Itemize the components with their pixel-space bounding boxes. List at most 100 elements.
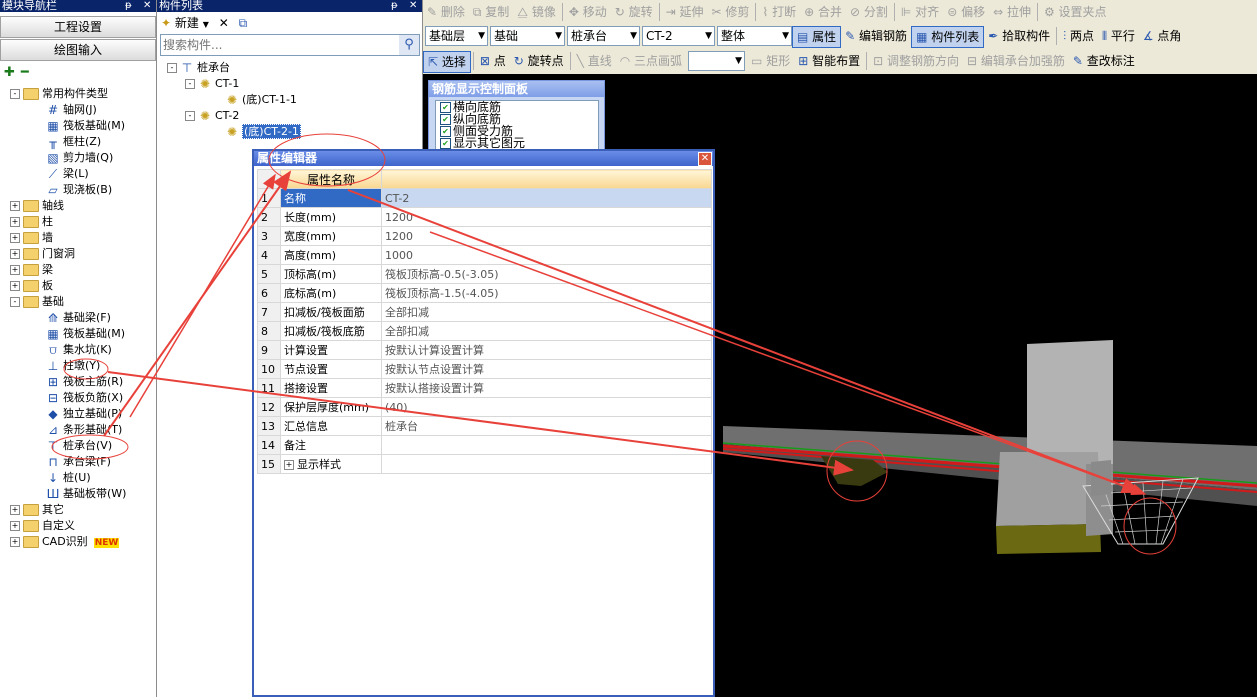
nav-tree-item[interactable]: + 其它: [0, 502, 156, 518]
nav-tree-item[interactable]: + 柱: [0, 214, 156, 230]
pin-icon[interactable]: ᵽ: [125, 0, 132, 12]
property-row[interactable]: 11 搭接设置 按默认搭接设置计算: [257, 378, 712, 398]
nav-tree-item[interactable]: ▦ 筏板基础(M): [0, 118, 156, 134]
property-value[interactable]: [381, 454, 712, 474]
property-value[interactable]: 1000: [381, 245, 712, 265]
nav-tree-item[interactable]: ⟋ 梁(L): [0, 166, 156, 182]
property-row[interactable]: 15 + 显示样式: [257, 454, 712, 474]
toolbar-button[interactable]: ⊠ 点: [476, 51, 510, 71]
nav-tree-item[interactable]: # 轴网(J): [0, 102, 156, 118]
layer-combo[interactable]: 基础 ▼: [490, 26, 565, 46]
close-icon[interactable]: ✕: [143, 0, 151, 12]
property-value[interactable]: 全部扣减: [381, 321, 712, 341]
property-value[interactable]: 1200: [381, 226, 712, 246]
nav-tree-item[interactable]: + 梁: [0, 262, 156, 278]
collapse-toggle-icon[interactable]: -: [10, 89, 20, 99]
toolbar-button[interactable]: ⌇ 打断: [758, 2, 800, 22]
expand-toggle-icon[interactable]: +: [10, 521, 20, 531]
nav-tree-item[interactable]: + 墙: [0, 230, 156, 246]
property-value[interactable]: 1200: [381, 207, 712, 227]
nav-tree-item[interactable]: - 基础: [0, 294, 156, 310]
property-row[interactable]: 2 长度(mm) 1200: [257, 207, 712, 227]
property-value[interactable]: [381, 435, 712, 455]
nav-tree-item[interactable]: ▦ 筏板基础(M): [0, 326, 156, 342]
toolbar-button[interactable]: ⇥ 延伸: [662, 2, 708, 22]
search-icon[interactable]: ⚲: [399, 35, 419, 55]
toolbar-button[interactable]: ✥ 移动: [565, 2, 611, 22]
property-row[interactable]: 7 扣减板/筏板面筋 全部扣减: [257, 302, 712, 322]
checkbox-checked-icon[interactable]: ✔: [440, 138, 451, 149]
property-value[interactable]: CT-2: [381, 188, 712, 208]
property-value[interactable]: 按默认计算设置计算: [381, 340, 712, 360]
property-row[interactable]: 6 底标高(m) 筏板顶标高-1.5(-4.05): [257, 283, 712, 303]
toolbar-button[interactable]: ✎ 查改标注: [1069, 51, 1139, 71]
nav-tree-item[interactable]: + 门窗洞: [0, 246, 156, 262]
toolbar-button[interactable]: ⊡ 调整钢筋方向: [869, 51, 963, 71]
property-value[interactable]: 筏板顶标高-1.5(-4.05): [381, 283, 712, 303]
expand-toggle-icon[interactable]: +: [10, 537, 20, 547]
checkbox-checked-icon[interactable]: ✔: [440, 102, 451, 113]
nav-tree-item[interactable]: + 板: [0, 278, 156, 294]
collapse-toggle-icon[interactable]: -: [185, 79, 195, 89]
toolbar-button[interactable]: ✎ 编辑钢筋: [841, 26, 911, 46]
property-row[interactable]: 5 顶标高(m) 筏板顶标高-0.5(-3.05): [257, 264, 712, 284]
toolbar-button[interactable]: ▤ 属性: [792, 26, 842, 48]
nav-tree-item[interactable]: + CAD识别 NEW: [0, 534, 156, 550]
component-tree-item[interactable]: - ⊤ 桩承台: [167, 60, 422, 76]
property-row[interactable]: 4 高度(mm) 1000: [257, 245, 712, 265]
dropdown-arrow-icon[interactable]: ▼: [203, 20, 209, 29]
nav-tree-item[interactable]: ▧ 剪力墙(Q): [0, 150, 156, 166]
expand-toggle-icon[interactable]: +: [10, 505, 20, 515]
property-value[interactable]: 全部扣减: [381, 302, 712, 322]
component-tree-item[interactable]: ✺ (底)CT-2-1: [167, 124, 422, 140]
close-icon[interactable]: ✕: [409, 0, 417, 12]
toolbar-button[interactable]: ▭ 矩形: [747, 51, 794, 71]
nav-tree-item[interactable]: + 自定义: [0, 518, 156, 534]
property-row[interactable]: 12 保护层厚度(mm) (40): [257, 397, 712, 417]
component-tree-item[interactable]: ✺ (底)CT-1-1: [167, 92, 422, 108]
toolbar-button[interactable]: ✂ 修剪: [708, 2, 754, 22]
toolbar-button[interactable]: ⧋ 镜像: [513, 2, 560, 22]
nav-tree-item[interactable]: ◆ 独立基础(P): [0, 406, 156, 422]
expand-toggle-icon[interactable]: +: [10, 233, 20, 243]
nav-tree-item[interactable]: ⟰ 基础梁(F): [0, 310, 156, 326]
property-value[interactable]: 筏板顶标高-0.5(-3.05): [381, 264, 712, 284]
toolbar-button[interactable]: ⊕ 合并: [800, 2, 846, 22]
nav-tree-item[interactable]: ⊿ 条形基础(T): [0, 422, 156, 438]
property-row[interactable]: 3 宽度(mm) 1200: [257, 226, 712, 246]
property-value[interactable]: 按默认节点设置计算: [381, 359, 712, 379]
toolbar-button[interactable]: ▦ 构件列表: [911, 26, 985, 48]
toolbar-button[interactable]: ⊞ 智能布置: [794, 51, 864, 71]
collapse-toggle-icon[interactable]: -: [167, 63, 177, 73]
toolbar-button[interactable]: ✎ 删除: [423, 2, 469, 22]
copy-icon[interactable]: ⧉: [239, 16, 248, 30]
pin-icon[interactable]: ᵽ: [391, 0, 398, 12]
component-tree-item[interactable]: - ✺ CT-2: [167, 108, 422, 124]
nav-tree-item[interactable]: ↓ 桩(U): [0, 470, 156, 486]
toolbar-button[interactable]: ↻ 旋转点: [510, 51, 568, 71]
expand-toggle-icon[interactable]: +: [10, 249, 20, 259]
toolbar-button[interactable]: ⚙ 设置夹点: [1040, 2, 1111, 22]
toolbar-button[interactable]: ⊜ 偏移: [943, 2, 989, 22]
search-input[interactable]: [161, 35, 393, 55]
expand-toggle-icon[interactable]: +: [10, 217, 20, 227]
property-value[interactable]: 桩承台: [381, 416, 712, 436]
expand-all-icon[interactable]: ✚: [4, 65, 15, 80]
collapse-all-icon[interactable]: ━: [21, 65, 29, 80]
nav-tree-item[interactable]: ⊟ 筏板负筋(X): [0, 390, 156, 406]
nav-tree-item[interactable]: ⊥ 柱墩(Y): [0, 358, 156, 374]
toolbar-button[interactable]: ⫴ 平行: [1098, 26, 1139, 46]
toolbar-button[interactable]: ↻ 旋转: [611, 2, 657, 22]
nav-tree-item[interactable]: ▱ 现浇板(B): [0, 182, 156, 198]
layer-combo[interactable]: 桩承台 ▼: [567, 26, 640, 46]
toolbar-button[interactable]: ⊘ 分割: [846, 2, 892, 22]
layer-combo[interactable]: 基础层 ▼: [425, 26, 488, 46]
property-row[interactable]: 1 名称 CT-2: [257, 188, 712, 208]
expand-toggle-icon[interactable]: +: [284, 460, 294, 470]
collapse-toggle-icon[interactable]: -: [10, 297, 20, 307]
toolbar-button[interactable]: ⇔ 拉伸: [989, 2, 1035, 22]
property-row[interactable]: 8 扣减板/筏板底筋 全部扣减: [257, 321, 712, 341]
new-button[interactable]: 新建: [175, 16, 199, 30]
toolbar-button[interactable]: ∡ 点角: [1139, 26, 1186, 46]
nav-tree-item[interactable]: ⊤ 桩承台(V): [0, 438, 156, 454]
